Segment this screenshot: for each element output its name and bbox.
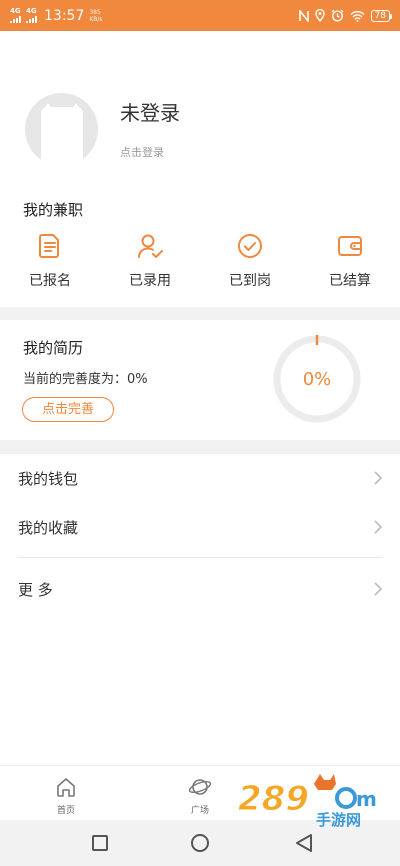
resume-progress-text: 当前的完善度为：0% [23, 372, 148, 387]
status-left: 4G 4G 13:57 385 KB/s [10, 8, 103, 24]
user-check-icon [138, 234, 163, 258]
section-divider-2 [0, 440, 400, 454]
alarm-icon [331, 9, 344, 22]
part-time-title: 我的兼职 [23, 201, 84, 219]
signal-1-icon: 4G [10, 8, 21, 23]
speed-value: 385 [89, 8, 101, 16]
watermark-number: 289 [238, 779, 309, 819]
section-divider [0, 307, 400, 320]
tab-square[interactable]: 广场 [170, 776, 230, 816]
recent-apps-button[interactable] [92, 835, 108, 851]
menu-wallet-label: 我的钱包 [18, 469, 79, 488]
chevron-right-icon [374, 471, 382, 485]
job-onboard-label: 已到岗 [229, 273, 271, 289]
menu-more[interactable]: 更 多 [0, 567, 400, 611]
complete-resume-button[interactable]: 点击完善 [22, 397, 114, 422]
back-button[interactable] [295, 833, 313, 853]
menu-favorites[interactable]: 我的收藏 [0, 505, 400, 549]
job-hired[interactable]: 已录用 [100, 233, 200, 290]
location-icon [314, 9, 325, 22]
signal-2-icon: 4G [26, 8, 37, 23]
job-onboard[interactable]: 已到岗 [200, 233, 300, 290]
menu-more-label: 更 多 [18, 580, 53, 599]
home-icon [57, 778, 75, 797]
job-settled[interactable]: 已结算 [300, 233, 400, 290]
wifi-icon [350, 10, 365, 22]
status-bar: 4G 4G 13:57 385 KB/s 78 [0, 0, 400, 31]
network-type-1: 4G [10, 7, 21, 15]
status-time: 13:57 [44, 7, 85, 24]
document-icon [39, 234, 59, 258]
tab-square-label: 广场 [190, 806, 209, 816]
tab-home-label: 首页 [56, 806, 75, 816]
job-settled-label: 已结算 [329, 273, 371, 289]
tab-home[interactable]: 首页 [36, 776, 96, 816]
login-link[interactable]: 点击登录 [120, 144, 164, 160]
avatar-placeholder-icon [41, 107, 83, 166]
watermark-o-icon [335, 787, 357, 809]
watermark-site-name: 手游网 [316, 811, 361, 828]
home-button[interactable] [191, 834, 209, 852]
menu-wallet[interactable]: 我的钱包 [0, 456, 400, 500]
job-hired-label: 已录用 [129, 273, 171, 289]
job-registered-label: 已报名 [29, 273, 71, 289]
wallet-icon [338, 236, 362, 256]
resume-progress-percent: 0% [302, 368, 332, 390]
menu-favorites-label: 我的收藏 [18, 518, 79, 537]
planet-icon [188, 779, 212, 795]
network-speed: 385 KB/s [89, 9, 102, 23]
watermark-m-letter: m [356, 787, 377, 811]
chevron-right-icon [374, 582, 382, 596]
chevron-right-icon [374, 520, 382, 534]
nfc-icon [298, 9, 309, 22]
network-type-2: 4G [26, 7, 37, 15]
speed-unit: KB/s [89, 15, 103, 23]
avatar[interactable] [25, 93, 98, 166]
status-right: 78 [298, 9, 393, 22]
username[interactable]: 未登录 [120, 97, 180, 126]
check-circle-icon [238, 234, 262, 258]
battery-icon: 78 [370, 9, 393, 22]
watermark-logo: 289 m 手游网 [238, 774, 377, 828]
menu-divider [18, 557, 382, 558]
resume-title: 我的简历 [23, 339, 84, 357]
watermark-fox-icon [314, 774, 336, 790]
job-registered[interactable]: 已报名 [0, 233, 100, 290]
